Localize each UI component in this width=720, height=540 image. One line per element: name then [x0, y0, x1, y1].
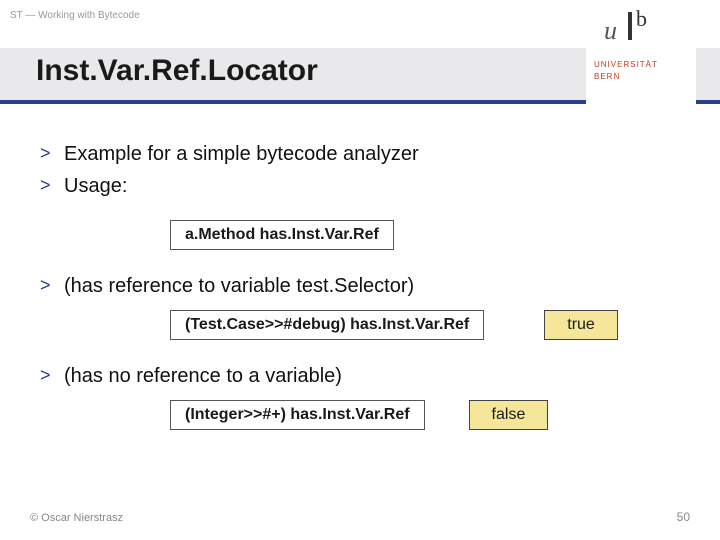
result-box-true: true — [544, 310, 618, 340]
bullet-icon: > — [40, 272, 64, 298]
university-logo: u b UNIVERSITÄT BERN — [586, 0, 696, 110]
bullet-icon: > — [40, 172, 64, 198]
logo-bar — [628, 12, 632, 40]
result-box-false: false — [469, 400, 549, 430]
bullet-icon: > — [40, 140, 64, 166]
bullet-row: > (has reference to variable test.Select… — [40, 272, 680, 300]
bullet-row: > Usage: — [40, 172, 680, 200]
bullet-text: (has reference to variable test.Selector… — [64, 272, 414, 300]
footer-copyright: © Oscar Nierstrasz — [30, 512, 123, 524]
slide-content: > Example for a simple bytecode analyzer… — [0, 110, 720, 430]
code-box: a.Method has.Inst.Var.Ref — [170, 220, 394, 250]
code-snippet-row: a.Method has.Inst.Var.Ref — [170, 220, 394, 250]
bullet-text: (has no reference to a variable) — [64, 362, 342, 390]
bullet-row: > (has no reference to a variable) — [40, 362, 680, 390]
logo-letter-b: b — [636, 6, 647, 32]
code-result-row: (Test.Case>>#debug) has.Inst.Var.Ref tru… — [170, 310, 680, 340]
header-breadcrumb: ST — Working with Bytecode — [10, 10, 140, 21]
logo-text-bern: BERN — [594, 72, 620, 81]
bullet-row: > Example for a simple bytecode analyzer — [40, 140, 680, 168]
code-result-row: (Integer>>#+) has.Inst.Var.Ref false — [170, 400, 680, 430]
bullet-text: Usage: — [64, 172, 127, 200]
code-box: (Test.Case>>#debug) has.Inst.Var.Ref — [170, 310, 484, 340]
logo-text-university: UNIVERSITÄT — [594, 60, 658, 69]
code-box: (Integer>>#+) has.Inst.Var.Ref — [170, 400, 425, 430]
bullet-text: Example for a simple bytecode analyzer — [64, 140, 419, 168]
bullet-icon: > — [40, 362, 64, 388]
logo-letter-u: u — [604, 16, 617, 46]
slide-header: ST — Working with Bytecode Inst.Var.Ref.… — [0, 0, 720, 110]
slide-title: Inst.Var.Ref.Locator — [36, 54, 318, 88]
footer-page-number: 50 — [677, 510, 690, 524]
